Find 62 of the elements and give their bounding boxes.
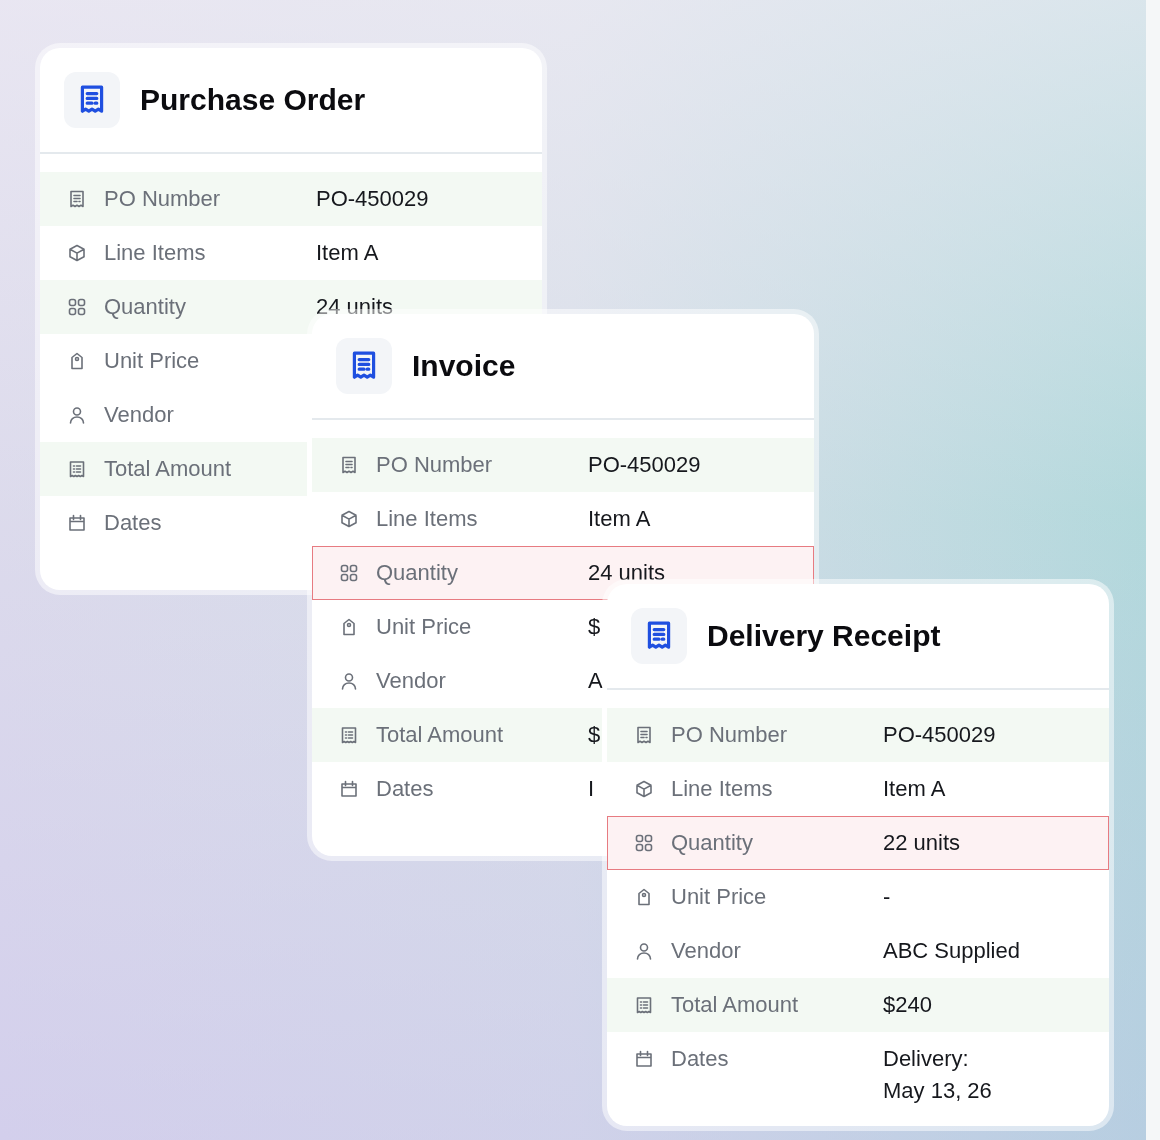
field-value: Item A <box>316 239 379 267</box>
field-value: 24 units <box>588 559 666 587</box>
field-label: Dates <box>671 1045 730 1073</box>
field-label: Total Amount <box>671 991 800 1019</box>
field-label: Quantity <box>671 829 754 857</box>
field-value: Item A <box>588 505 651 533</box>
receipt-icon <box>67 189 87 209</box>
field-value: ABC Supplied <box>883 937 1020 965</box>
grid-icon <box>67 297 87 317</box>
list-icon <box>634 995 654 1015</box>
field-value: $ <box>588 721 601 749</box>
field-value: - <box>883 883 891 911</box>
field-label: PO Number <box>104 185 222 213</box>
field-label: Vendor <box>671 937 742 965</box>
field-value: PO-450029 <box>316 185 429 213</box>
receipt-icon <box>336 338 392 394</box>
field-label: Line Items <box>104 239 207 267</box>
list-icon <box>67 459 87 479</box>
field-value: $ <box>588 613 601 641</box>
field-label: PO Number <box>671 721 789 749</box>
card-title: Purchase Order <box>140 83 366 117</box>
field-label: Total Amount <box>104 455 233 483</box>
field-value: Item A <box>883 775 946 803</box>
field-label: Line Items <box>376 505 479 533</box>
person-icon <box>339 671 359 691</box>
field-label: Dates <box>376 775 435 803</box>
cube-icon <box>339 509 359 529</box>
field-value: 22 units <box>883 829 961 857</box>
field-value: I <box>588 775 595 803</box>
field-label: Vendor <box>104 401 175 429</box>
field-label: Unit Price <box>376 613 473 641</box>
cube-icon <box>634 779 654 799</box>
grid-icon <box>339 563 359 583</box>
calendar-icon <box>67 513 87 533</box>
field-value: PO-450029 <box>588 451 701 479</box>
receipt-icon <box>64 72 120 128</box>
field-label: Vendor <box>376 667 447 695</box>
field-label: Line Items <box>671 775 774 803</box>
calendar-icon <box>634 1049 654 1069</box>
receipt-icon <box>634 725 654 745</box>
field-label: Unit Price <box>104 347 201 375</box>
field-value: $240 <box>883 991 932 1019</box>
field-label: Quantity <box>376 559 459 587</box>
cube-icon <box>67 243 87 263</box>
field-label: Total Amount <box>376 721 505 749</box>
field-label: PO Number <box>376 451 494 479</box>
person-icon <box>634 941 654 961</box>
field-label: Unit Price <box>671 883 768 911</box>
person-icon <box>67 405 87 425</box>
receipt-icon <box>339 455 359 475</box>
field-value: A <box>588 667 603 695</box>
field-value: 24 units <box>316 293 394 321</box>
calendar-icon <box>339 779 359 799</box>
card-title: Delivery Receipt <box>707 619 941 653</box>
field-value: Delivery: May 13, 26 <box>883 1045 992 1105</box>
field-label: Quantity <box>104 293 187 321</box>
grid-icon <box>634 833 654 853</box>
receipt-icon <box>631 608 687 664</box>
field-value: PO-450029 <box>883 721 996 749</box>
list-icon <box>339 725 359 745</box>
card-title: Invoice <box>412 349 516 383</box>
field-label: Dates <box>104 509 163 537</box>
